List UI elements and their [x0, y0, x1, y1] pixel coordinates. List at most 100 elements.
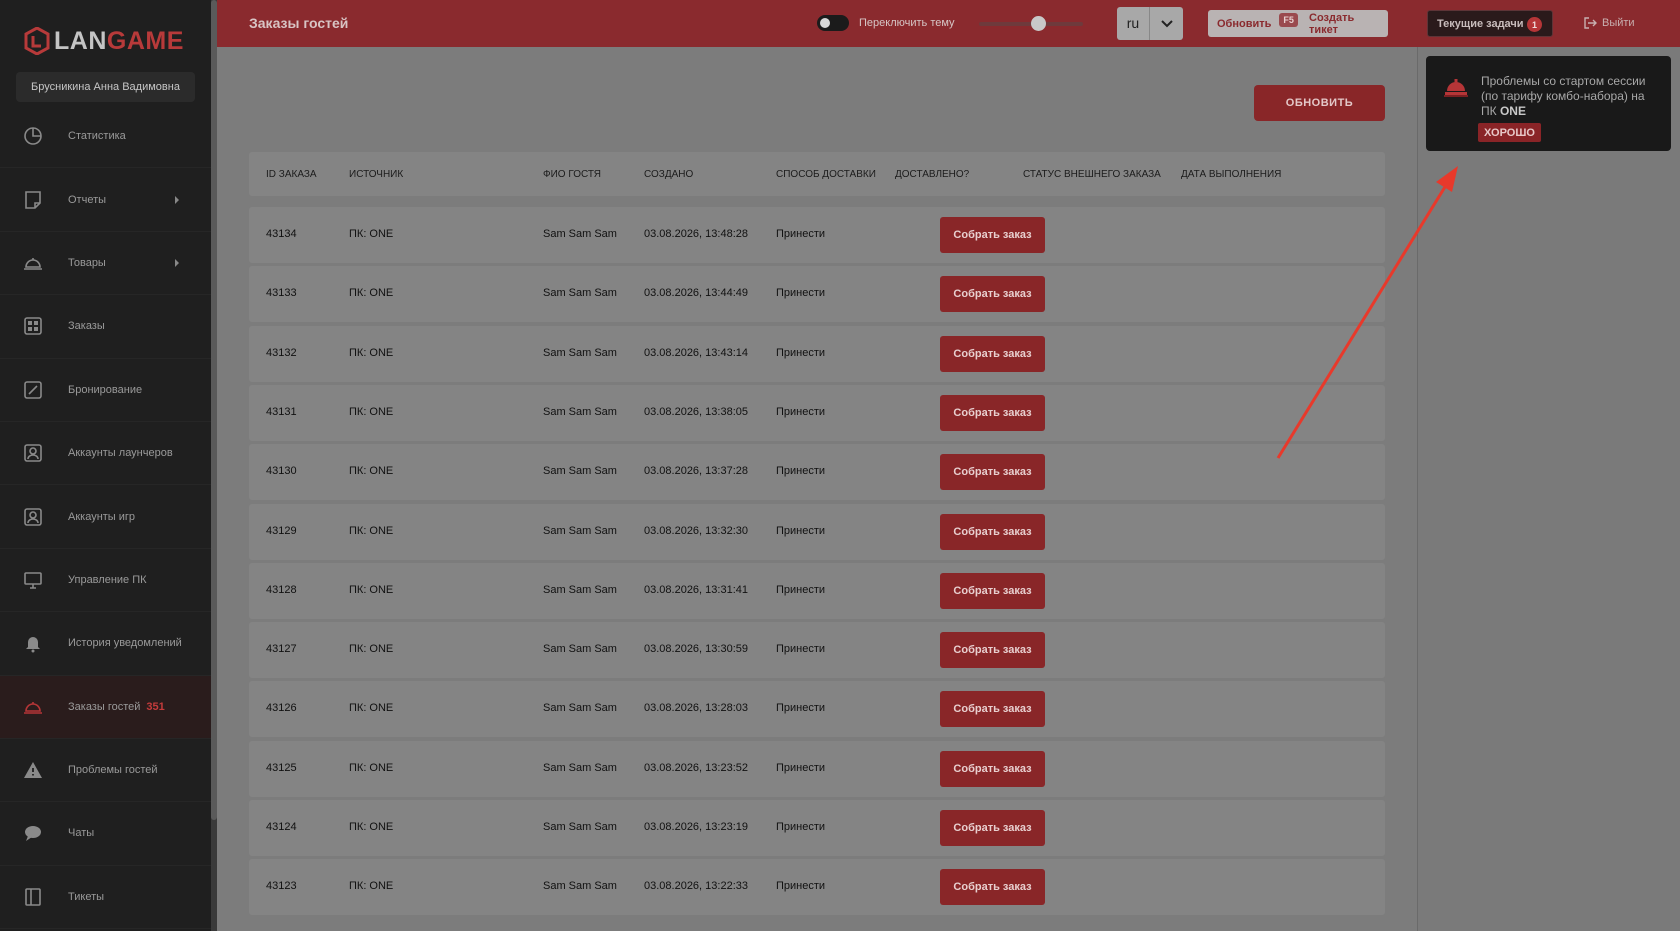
sidebar-item-1[interactable]: Отчеты	[0, 168, 211, 232]
sidebar-item-0[interactable]: Статистика	[0, 105, 211, 169]
table-row[interactable]: 43133 ПК: ONE Sam Sam Sam 03.08.2026, 13:44…	[249, 266, 1385, 323]
theme-toggle-label: Переключить тему	[859, 17, 955, 29]
sidebar-item-7[interactable]: Управление ПК	[0, 549, 211, 613]
logout-link[interactable]: Выйти	[1584, 17, 1635, 29]
collect-order-label: Собрать заказ	[953, 406, 1032, 419]
cell-delivery: Принести	[776, 405, 826, 418]
cell-delivery: Принести	[776, 761, 826, 774]
column-header-1[interactable]: ИСТОЧНИК	[349, 169, 403, 180]
collect-order-label: Собрать заказ	[953, 584, 1032, 597]
warning-icon	[22, 759, 44, 781]
column-header-2[interactable]: ФИО ГОСТЯ	[543, 169, 601, 180]
cell-created: 03.08.2026, 13:31:41	[644, 583, 748, 596]
column-header-5[interactable]: ДОСТАВЛЕНО?	[895, 169, 969, 180]
collect-order-label: Собрать заказ	[953, 466, 1032, 479]
chevron-down-icon[interactable]	[1150, 19, 1183, 28]
cell-created: 03.08.2026, 13:43:14	[644, 346, 748, 359]
sidebar-item-badge: 351	[146, 700, 165, 713]
cell-source: ПК: ONE	[349, 346, 394, 359]
table-row[interactable]: 43125 ПК: ONE Sam Sam Sam 03.08.2026, 13:23…	[249, 740, 1385, 797]
collect-order-button[interactable]: Собрать заказ	[940, 750, 1045, 787]
cell-created: 03.08.2026, 13:44:49	[644, 287, 748, 300]
sidebar-item-2[interactable]: Товары	[0, 232, 211, 296]
create-ticket-button[interactable]: Создать тикет	[1300, 10, 1388, 37]
table-row[interactable]: 43124 ПК: ONE Sam Sam Sam 03.08.2026, 13:23…	[249, 800, 1385, 856]
collect-order-label: Собрать заказ	[953, 762, 1032, 775]
collect-order-button[interactable]: Собрать заказ	[940, 217, 1045, 253]
cell-delivery: Принести	[776, 465, 826, 478]
app-logo-text: LANGAME	[54, 27, 184, 56]
sidebar-item-6[interactable]: Аккаунты игр	[0, 485, 211, 549]
table-row[interactable]: 43130 ПК: ONE Sam Sam Sam 03.08.2026, 13:37…	[249, 444, 1385, 501]
monitor-icon	[22, 569, 44, 591]
sidebar-item-10[interactable]: Проблемы гостей	[0, 739, 211, 803]
sidebar-item-4[interactable]: Бронирование	[0, 359, 211, 422]
current-tasks-button[interactable]: Текущие задачи 1	[1427, 10, 1553, 37]
grid-icon	[22, 315, 44, 337]
collect-order-button[interactable]: Собрать заказ	[940, 335, 1045, 372]
header-refresh-button[interactable]: Обновить F5	[1208, 10, 1307, 37]
cell-created: 03.08.2026, 13:38:05	[644, 405, 748, 418]
collect-order-button[interactable]: Собрать заказ	[940, 572, 1045, 609]
table-row[interactable]: 43129 ПК: ONE Sam Sam Sam 03.08.2026, 13:32…	[249, 503, 1385, 560]
column-header-3[interactable]: СОЗДАНО	[644, 169, 693, 180]
refresh-orders-button[interactable]: ОБНОВИТЬ	[1254, 85, 1385, 121]
cell-guest: Sam Sam Sam	[543, 405, 617, 418]
collect-order-label: Собрать заказ	[953, 822, 1032, 834]
cell-guest: Sam Sam Sam	[543, 702, 617, 715]
collect-order-button[interactable]: Собрать заказ	[940, 691, 1045, 728]
table-row[interactable]: 43132 ПК: ONE Sam Sam Sam 03.08.2026, 13:43…	[249, 325, 1385, 382]
sidebar-item-label: Бронирование	[68, 383, 143, 396]
sidebar-item-9[interactable]: Заказы гостей 351	[0, 675, 211, 739]
collect-order-button[interactable]: Собрать заказ	[940, 869, 1045, 906]
sidebar-nav: Статистика Отчеты Товары Заказы Бронирование…	[0, 105, 211, 930]
sidebar-item-5[interactable]: Аккаунты лаунчеров	[0, 422, 211, 486]
table-row[interactable]: 43128 ПК: ONE Sam Sam Sam 03.08.2026, 13:31…	[249, 562, 1385, 619]
toast-ok-button[interactable]: ХОРОШО	[1478, 123, 1541, 142]
table-row[interactable]: 43127 ПК: ONE Sam Sam Sam 03.08.2026, 13:30…	[249, 622, 1385, 679]
cell-created: 03.08.2026, 13:37:28	[644, 465, 748, 478]
ticket-icon	[22, 886, 44, 908]
column-header-4[interactable]: СПОСОБ ДОСТАВКИ	[776, 169, 876, 180]
zoom-slider[interactable]	[979, 16, 1083, 31]
table-row[interactable]: 43123 ПК: ONE Sam Sam Sam 03.08.2026, 13:22…	[249, 859, 1385, 916]
cell-delivery: Принести	[776, 524, 826, 537]
sidebar-item-label: Товары	[68, 256, 106, 269]
collect-order-button[interactable]: Собрать заказ	[940, 513, 1045, 550]
table-row[interactable]: 43126 ПК: ONE Sam Sam Sam 03.08.2026, 13:28…	[249, 681, 1385, 738]
sidebar-item-11[interactable]: Чаты	[0, 802, 211, 866]
cell-delivery: Принести	[776, 643, 826, 656]
language-select[interactable]: ru	[1117, 7, 1183, 40]
cell-source: ПК: ONE	[349, 643, 394, 656]
theme-toggle[interactable]	[817, 15, 849, 31]
column-header-6[interactable]: СТАТУС ВНЕШНЕГО ЗАКАЗА	[1023, 169, 1161, 180]
collect-order-button[interactable]: Собрать заказ	[940, 276, 1045, 313]
sidebar-item-12[interactable]: Тикеты	[0, 866, 211, 930]
zoom-slider-thumb[interactable]	[1031, 16, 1046, 31]
column-header-0[interactable]: ID ЗАКАЗА	[266, 169, 317, 180]
collect-order-button[interactable]: Собрать заказ	[940, 454, 1045, 491]
column-header-7[interactable]: ДАТА ВЫПОЛНЕНИЯ	[1181, 169, 1281, 180]
collect-order-button[interactable]: Собрать заказ	[940, 632, 1045, 669]
app-logo[interactable]: LANGAME	[24, 26, 184, 56]
user-name-box[interactable]: Брусникина Анна Вадимовна	[16, 72, 195, 102]
edit-icon	[22, 379, 44, 401]
collect-order-button[interactable]: Собрать заказ	[940, 810, 1045, 846]
sidebar-item-label: Чаты	[68, 827, 95, 840]
toast-ok-label: ХОРОШО	[1484, 126, 1535, 139]
sidebar-item-label: История уведомлений	[68, 637, 182, 650]
collect-order-button[interactable]: Собрать заказ	[940, 394, 1045, 431]
collect-order-label: Собрать заказ	[953, 881, 1032, 894]
sidebar-item-8[interactable]: История уведомлений	[0, 612, 211, 676]
cell-delivery: Принести	[776, 821, 826, 833]
cell-id: 43134	[266, 228, 297, 240]
sidebar-item-3[interactable]: Заказы	[0, 295, 211, 359]
cell-delivery: Принести	[776, 287, 826, 300]
cell-created: 03.08.2026, 13:28:03	[644, 702, 748, 715]
header-refresh-label: Обновить	[1217, 17, 1272, 30]
table-row[interactable]: 43131 ПК: ONE Sam Sam Sam 03.08.2026, 13:38…	[249, 384, 1385, 441]
cell-source: ПК: ONE	[349, 761, 394, 774]
collect-order-label: Собрать заказ	[953, 644, 1032, 657]
table-row[interactable]: 43134 ПК: ONE Sam Sam Sam 03.08.2026, 13:48…	[249, 207, 1385, 263]
sidebar-item-label: Проблемы гостей	[68, 764, 158, 777]
